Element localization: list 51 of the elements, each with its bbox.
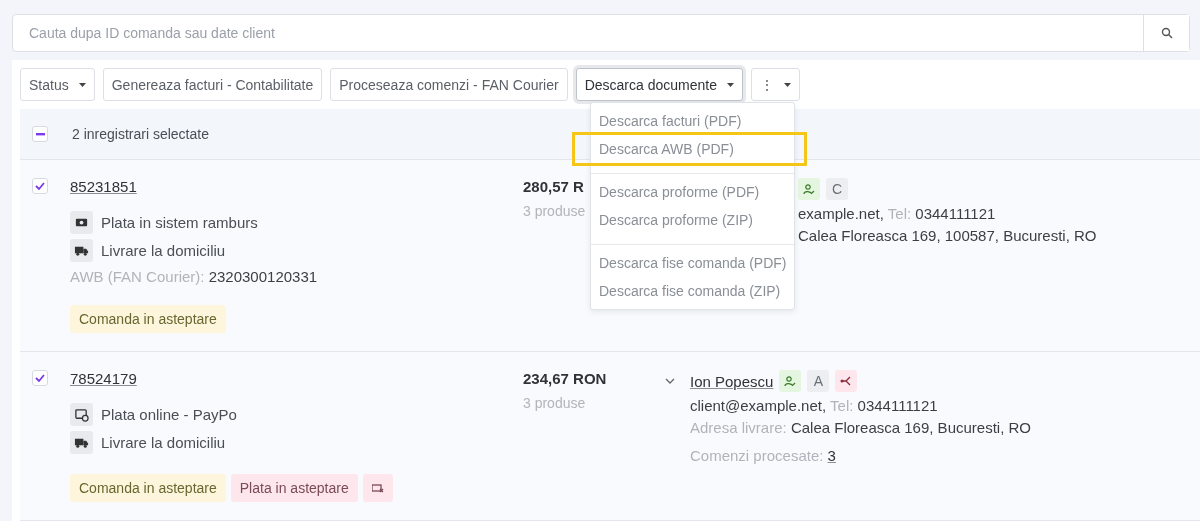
contact-text: client@example.net, Tel: 0344111121 <box>690 397 939 414</box>
banknote-icon <box>70 211 93 234</box>
order-total: 234,67 RON <box>523 370 607 387</box>
card-clock-icon <box>70 403 93 426</box>
toolbar-button[interactable]: Proceseaza comenzi - FAN Courier <box>330 68 568 101</box>
address-text: Adresa livrare: Calea Floreasca 169, Bucuresti, RO <box>690 419 1032 436</box>
caret-icon <box>784 82 791 87</box>
menu-item[interactable]: Descarca fise comanda (ZIP) <box>591 277 794 305</box>
letter-badge: A <box>807 370 830 392</box>
processed-label: Comenzi procesate: 3 <box>690 447 837 464</box>
caret-icon <box>78 82 86 87</box>
truck-icon <box>70 431 93 454</box>
detail-text: Plata in sistem ramburs <box>101 214 258 231</box>
check-icon <box>35 182 45 190</box>
product-count: 3 produse <box>523 203 586 219</box>
detail-text: Livrare la domiciliu <box>101 434 226 451</box>
checkbox[interactable] <box>32 126 48 142</box>
checkbox[interactable] <box>32 178 48 194</box>
order-total: 280,57 R <box>523 178 584 195</box>
order-id-link[interactable]: 85231851 <box>70 178 137 195</box>
processed-count-link[interactable]: 3 <box>827 447 836 464</box>
user-check-icon <box>798 178 820 200</box>
toolbar-button[interactable]: Descarca documente <box>575 68 743 101</box>
menu-item[interactable]: Descarca fise comanda (PDF) <box>591 244 794 277</box>
contact-text: example.net, Tel: 0344111121 <box>798 205 997 222</box>
toolbar-button[interactable]: Status <box>20 68 95 101</box>
status-tag: Comanda in asteptare <box>70 305 226 333</box>
card-cancel-icon <box>362 474 393 502</box>
toolbar-button[interactable]: ⋮ <box>751 68 800 101</box>
client-name-link[interactable]: Ion Popescu <box>690 372 774 390</box>
order-id-link[interactable]: 78524179 <box>70 370 137 387</box>
selection-count: 2 inregistrari selectate <box>72 126 209 142</box>
detail-text: Livrare la domiciliu <box>101 242 226 259</box>
split-icon <box>835 370 858 392</box>
toolbar-button[interactable]: Genereaza facturi - Contabilitate <box>102 68 323 101</box>
checkbox[interactable] <box>32 370 48 386</box>
detail-text: Plata online - PayPo <box>101 406 237 423</box>
chevron-icon[interactable] <box>665 378 675 384</box>
menu-item[interactable]: Descarca proforme (ZIP) <box>591 206 794 234</box>
awb-text: AWB (FAN Courier): 2320300120331 <box>70 268 318 285</box>
menu-item[interactable]: Descarca proforme (PDF) <box>591 173 794 206</box>
letter-badge: C <box>826 178 848 200</box>
address-text: Calea Floreasca 169, 100587, Bucuresti, RO <box>798 227 1098 244</box>
check-icon <box>35 374 45 382</box>
product-count: 3 produse <box>523 395 586 411</box>
truck-icon <box>70 239 93 262</box>
status-tag: Plata in asteptare <box>230 474 358 502</box>
status-tag: Comanda in asteptare <box>70 474 226 502</box>
user-check-icon <box>779 370 802 392</box>
minus-icon <box>35 132 45 136</box>
caret-icon <box>727 82 734 87</box>
